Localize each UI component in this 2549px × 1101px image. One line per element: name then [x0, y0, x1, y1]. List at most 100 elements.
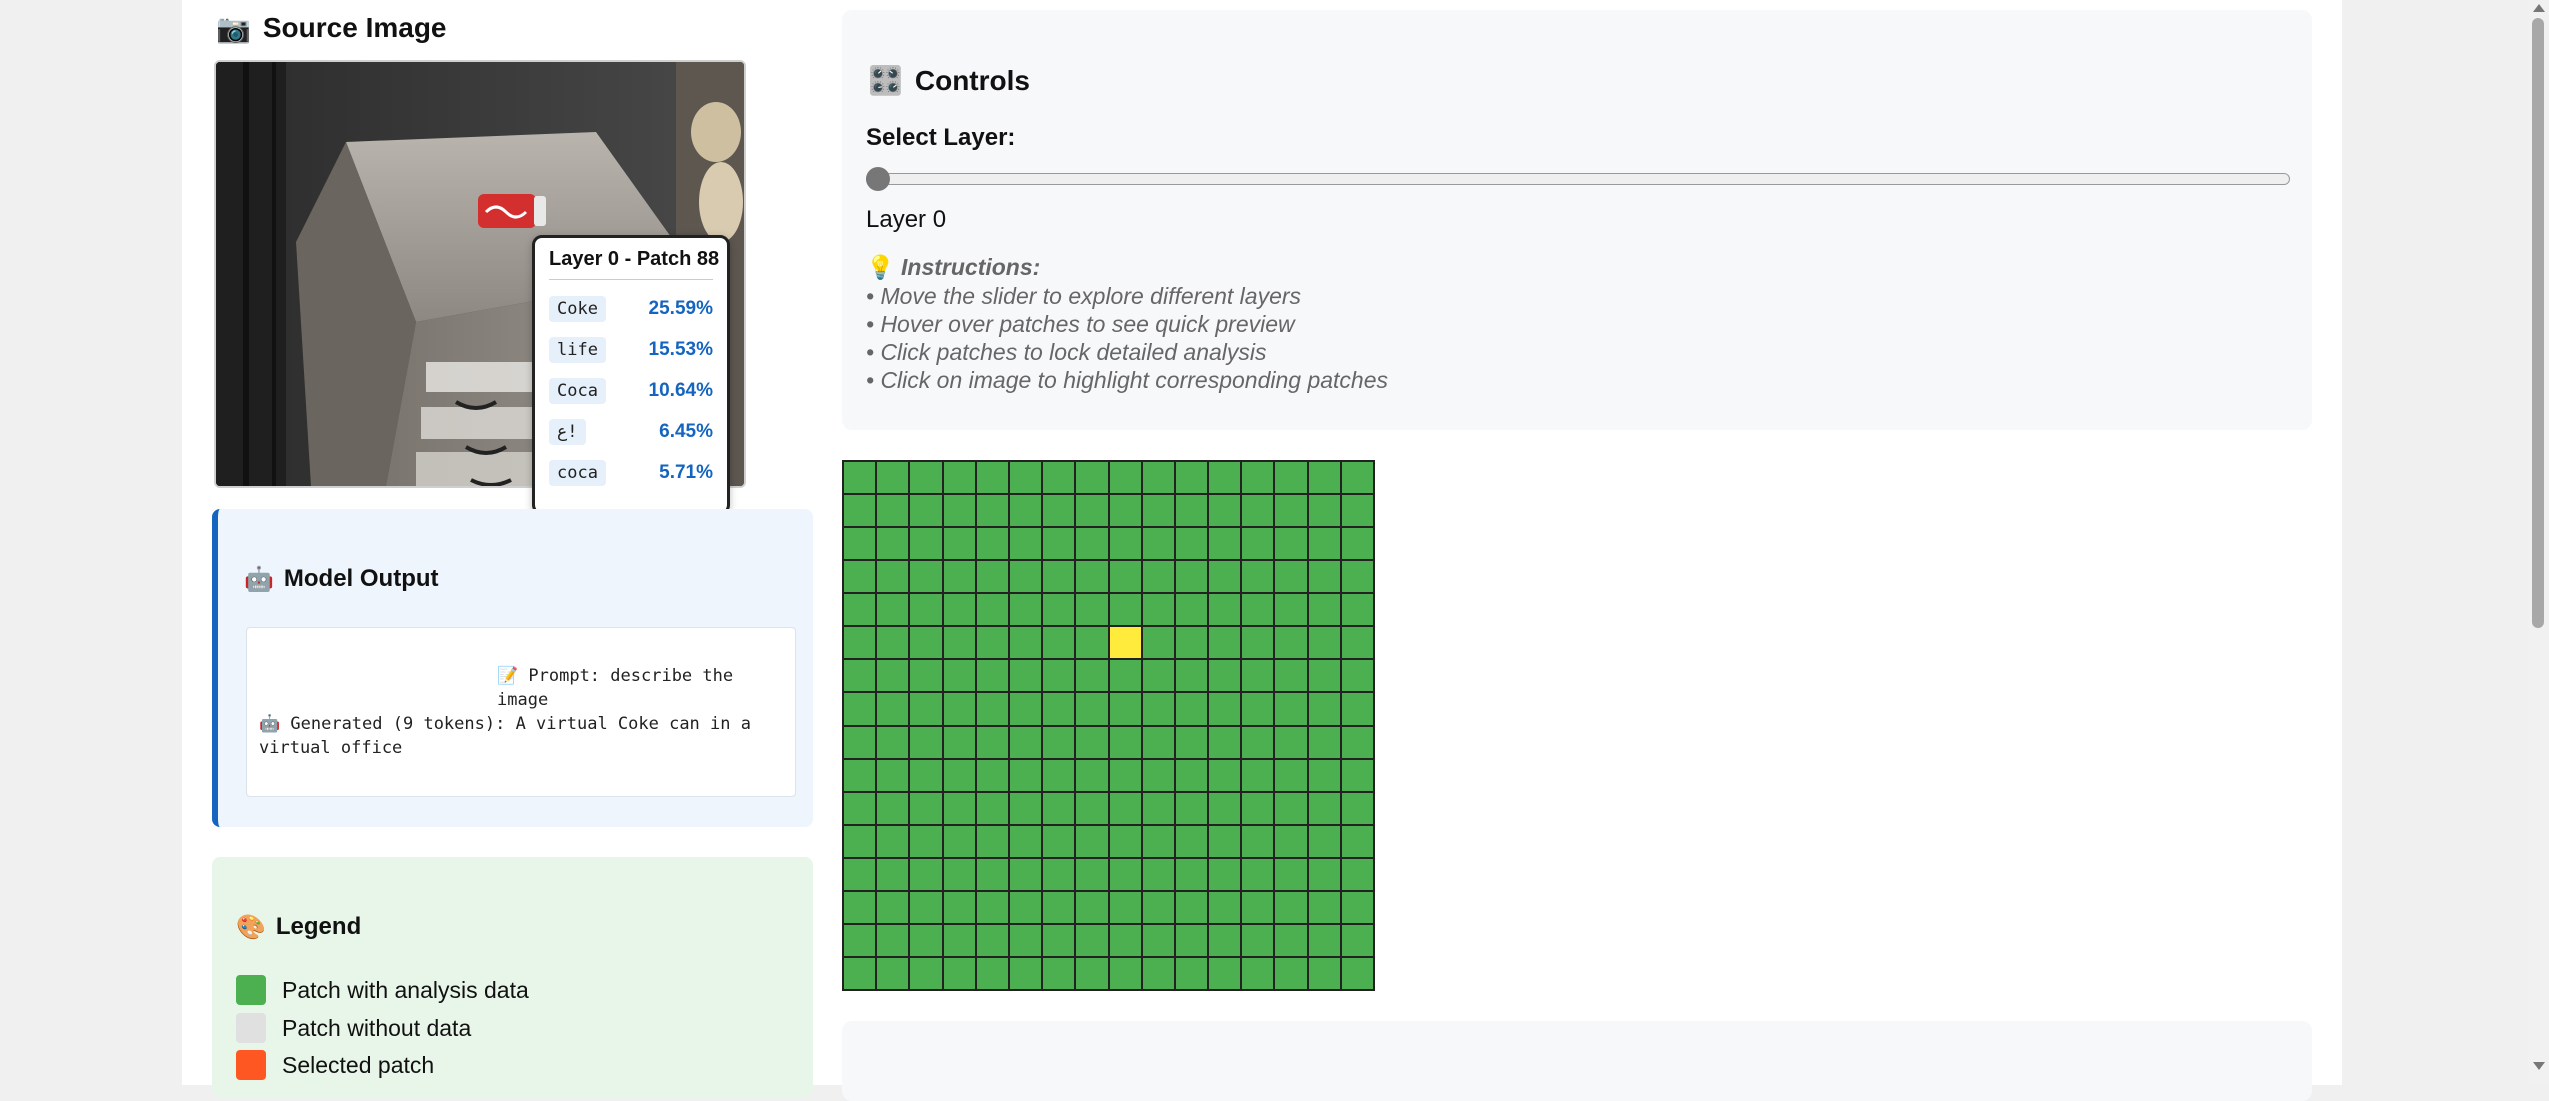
- patch-cell[interactable]: [1209, 957, 1241, 989]
- patch-cell[interactable]: [976, 495, 1008, 527]
- patch-cell[interactable]: [943, 759, 975, 791]
- patch-cell[interactable]: [1209, 858, 1241, 890]
- patch-cell[interactable]: [910, 462, 942, 494]
- patch-cell[interactable]: [877, 495, 909, 527]
- patch-cell[interactable]: [1242, 693, 1274, 725]
- patch-cell[interactable]: [1175, 891, 1208, 923]
- patch-cell[interactable]: [910, 693, 942, 725]
- patch-cell[interactable]: [1109, 660, 1141, 692]
- patch-cell[interactable]: [1076, 462, 1108, 494]
- patch-cell[interactable]: [1009, 627, 1042, 659]
- patch-cell[interactable]: [1209, 495, 1241, 527]
- patch-cell[interactable]: [1209, 891, 1241, 923]
- patch-cell[interactable]: [1142, 627, 1174, 659]
- patch-cell[interactable]: [1242, 858, 1274, 890]
- patch-cell[interactable]: [976, 858, 1008, 890]
- patch-cell[interactable]: [1076, 495, 1108, 527]
- patch-cell[interactable]: [1275, 594, 1307, 626]
- patch-cell[interactable]: [1009, 924, 1042, 956]
- patch-cell[interactable]: [1142, 561, 1174, 593]
- scrollbar-thumb[interactable]: [2532, 18, 2544, 628]
- patch-cell[interactable]: [1175, 825, 1208, 857]
- patch-cell[interactable]: [1175, 528, 1208, 560]
- patch-cell[interactable]: [1043, 792, 1075, 824]
- patch-cell[interactable]: [1043, 627, 1075, 659]
- patch-cell[interactable]: [1341, 792, 1373, 824]
- patch-cell[interactable]: [844, 726, 876, 758]
- patch-cell[interactable]: [976, 660, 1008, 692]
- patch-cell[interactable]: [1308, 462, 1340, 494]
- patch-cell[interactable]: [1308, 495, 1340, 527]
- patch-cell[interactable]: [976, 825, 1008, 857]
- patch-cell[interactable]: [1076, 594, 1108, 626]
- patch-cell[interactable]: [844, 825, 876, 857]
- patch-cell[interactable]: [1242, 957, 1274, 989]
- patch-cell[interactable]: [877, 924, 909, 956]
- patch-cell[interactable]: [1341, 627, 1373, 659]
- patch-cell[interactable]: [910, 561, 942, 593]
- patch-cell[interactable]: [1275, 462, 1307, 494]
- patch-cell[interactable]: [1242, 792, 1274, 824]
- patch-cell[interactable]: [910, 627, 942, 659]
- patch-cell[interactable]: [943, 660, 975, 692]
- patch-cell[interactable]: [976, 693, 1008, 725]
- patch-cell[interactable]: [844, 792, 876, 824]
- patch-cell[interactable]: [1341, 693, 1373, 725]
- patch-cell[interactable]: [943, 858, 975, 890]
- patch-cell[interactable]: [1142, 924, 1174, 956]
- patch-cell[interactable]: [1341, 924, 1373, 956]
- patch-cell[interactable]: [1175, 561, 1208, 593]
- patch-cell[interactable]: [1109, 825, 1141, 857]
- patch-cell[interactable]: [1142, 759, 1174, 791]
- patch-cell[interactable]: [910, 891, 942, 923]
- patch-cell[interactable]: [1142, 528, 1174, 560]
- scroll-up-arrow-icon[interactable]: [2533, 4, 2545, 12]
- patch-cell[interactable]: [910, 924, 942, 956]
- patch-cell[interactable]: [1242, 825, 1274, 857]
- patch-cell[interactable]: [1076, 693, 1108, 725]
- patch-cell[interactable]: [844, 957, 876, 989]
- patch-cell[interactable]: [1209, 726, 1241, 758]
- patch-cell[interactable]: [1242, 462, 1274, 494]
- patch-cell[interactable]: [1076, 627, 1108, 659]
- patch-cell[interactable]: [910, 957, 942, 989]
- patch-cell[interactable]: [943, 891, 975, 923]
- patch-cell[interactable]: [1076, 528, 1108, 560]
- patch-cell[interactable]: [1308, 825, 1340, 857]
- patch-cell[interactable]: [1209, 594, 1241, 626]
- patch-cell[interactable]: [1308, 957, 1340, 989]
- patch-cell[interactable]: [1142, 594, 1174, 626]
- patch-cell[interactable]: [1175, 660, 1208, 692]
- patch-cell[interactable]: [877, 561, 909, 593]
- patch-cell[interactable]: [1209, 792, 1241, 824]
- patch-cell[interactable]: [943, 792, 975, 824]
- patch-cell[interactable]: [1308, 528, 1340, 560]
- patch-cell[interactable]: [877, 660, 909, 692]
- patch-cell[interactable]: [1242, 891, 1274, 923]
- patch-cell[interactable]: [1242, 726, 1274, 758]
- patch-cell[interactable]: [943, 957, 975, 989]
- patch-cell[interactable]: [943, 924, 975, 956]
- patch-cell[interactable]: [1009, 561, 1042, 593]
- patch-cell[interactable]: [1043, 693, 1075, 725]
- patch-cell[interactable]: [1009, 693, 1042, 725]
- patch-cell[interactable]: [943, 528, 975, 560]
- patch-cell[interactable]: [877, 462, 909, 494]
- patch-cell[interactable]: [1142, 462, 1174, 494]
- layer-slider-track[interactable]: [866, 173, 2290, 185]
- patch-cell[interactable]: [976, 528, 1008, 560]
- patch-cell[interactable]: [976, 891, 1008, 923]
- patch-cell[interactable]: [1275, 627, 1307, 659]
- patch-cell[interactable]: [976, 594, 1008, 626]
- patch-cell[interactable]: [943, 561, 975, 593]
- patch-cell[interactable]: [910, 792, 942, 824]
- patch-cell[interactable]: [1175, 924, 1208, 956]
- patch-cell[interactable]: [1109, 528, 1141, 560]
- patch-cell[interactable]: [1308, 594, 1340, 626]
- patch-cell[interactable]: [844, 594, 876, 626]
- patch-cell[interactable]: [1009, 957, 1042, 989]
- patch-cell[interactable]: [844, 627, 876, 659]
- patch-cell[interactable]: [1341, 561, 1373, 593]
- patch-cell[interactable]: [1109, 495, 1141, 527]
- patch-cell[interactable]: [1209, 693, 1241, 725]
